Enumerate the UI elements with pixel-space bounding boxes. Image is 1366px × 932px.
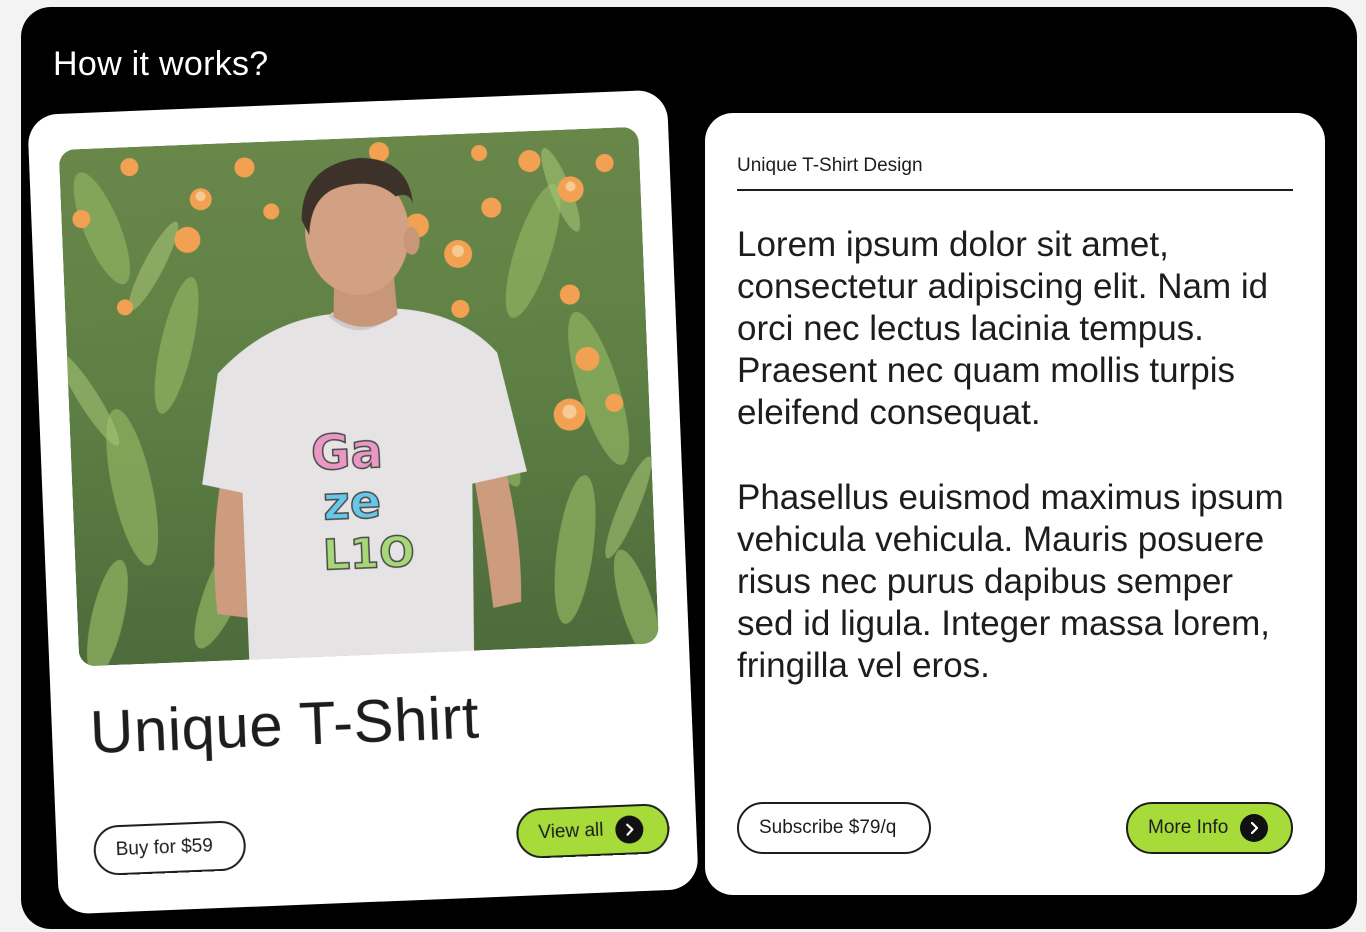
description-paragraph-1: Lorem ipsum dolor sit amet, consectetur … <box>737 225 1269 432</box>
chevron-right-icon <box>1240 814 1269 842</box>
info-card-kicker: Unique T-Shirt Design <box>737 155 923 176</box>
view-all-label: View all <box>537 819 604 844</box>
more-info-button[interactable]: More Info <box>1126 802 1293 854</box>
divider <box>737 189 1293 191</box>
description-paragraph-2: Phasellus euismod maximus ipsum vehicula… <box>737 478 1284 685</box>
subscribe-button-label: Subscribe $79/q <box>759 817 897 838</box>
product-title: Unique T-Shirt <box>88 683 481 767</box>
product-card: Ga ze L1O Unique T-Shirt Buy for $59 Vie… <box>27 89 699 915</box>
chevron-right-icon <box>614 815 645 845</box>
model-in-tshirt-image: Ga ze L1O <box>58 126 659 667</box>
more-info-label: More Info <box>1148 817 1229 838</box>
subscribe-button[interactable]: Subscribe $79/q <box>737 802 931 854</box>
buy-button[interactable]: Buy for $59 <box>92 820 247 877</box>
info-card: Unique T-Shirt Design Lorem ipsum dolor … <box>705 113 1325 895</box>
how-it-works-section: How it works? Ga ze L1O Unique T-Shirt B… <box>21 7 1357 929</box>
section-heading: How it works? <box>53 45 269 83</box>
view-all-button[interactable]: View all <box>515 802 671 860</box>
buy-button-label: Buy for $59 <box>115 835 214 861</box>
product-photo: Ga ze L1O <box>58 126 659 667</box>
